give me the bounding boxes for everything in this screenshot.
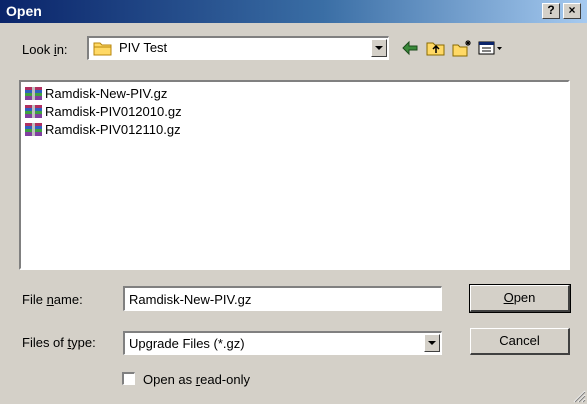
- open-button[interactable]: Open: [469, 284, 571, 313]
- read-only-label[interactable]: Open as read-only: [143, 372, 250, 387]
- view-menu-icon[interactable]: [478, 39, 504, 57]
- read-only-checkbox[interactable]: [122, 372, 135, 385]
- help-button[interactable]: ?: [542, 3, 560, 19]
- archive-icon: [25, 123, 42, 136]
- new-folder-icon[interactable]: [452, 39, 472, 57]
- resize-grip-icon[interactable]: [572, 389, 586, 403]
- file-type-value: Upgrade Files (*.gz): [129, 336, 245, 351]
- cancel-button[interactable]: Cancel: [470, 328, 570, 355]
- file-list[interactable]: Ramdisk-New-PIV.gz Ramdisk-PIV012010.gz …: [19, 80, 570, 270]
- chevron-down-icon[interactable]: [371, 39, 387, 57]
- archive-icon: [25, 87, 42, 100]
- back-arrow-icon[interactable]: [400, 39, 420, 57]
- window-title: Open: [6, 3, 42, 19]
- look-in-dropdown[interactable]: PIV Test: [87, 36, 389, 60]
- open-dialog: Open ? × Look in: PIV Test Ramdisk-New-P…: [0, 0, 587, 404]
- look-in-value: PIV Test: [119, 40, 168, 55]
- file-type-dropdown[interactable]: Upgrade Files (*.gz): [123, 331, 442, 355]
- file-type-label: Files of type:: [22, 335, 96, 350]
- look-in-label: Look in:: [22, 42, 68, 57]
- close-button[interactable]: ×: [563, 3, 581, 19]
- file-name-label: Ramdisk-PIV012010.gz: [45, 104, 182, 119]
- archive-icon: [25, 105, 42, 118]
- folder-icon: [93, 42, 112, 56]
- up-folder-icon[interactable]: [426, 39, 446, 57]
- file-name-label: File name:: [22, 292, 83, 307]
- file-name-input[interactable]: [123, 286, 442, 311]
- title-bar[interactable]: Open ? ×: [0, 0, 587, 23]
- chevron-down-icon[interactable]: [424, 334, 440, 352]
- file-name-label: Ramdisk-New-PIV.gz: [45, 86, 168, 101]
- file-name-label: Ramdisk-PIV012110.gz: [45, 122, 181, 137]
